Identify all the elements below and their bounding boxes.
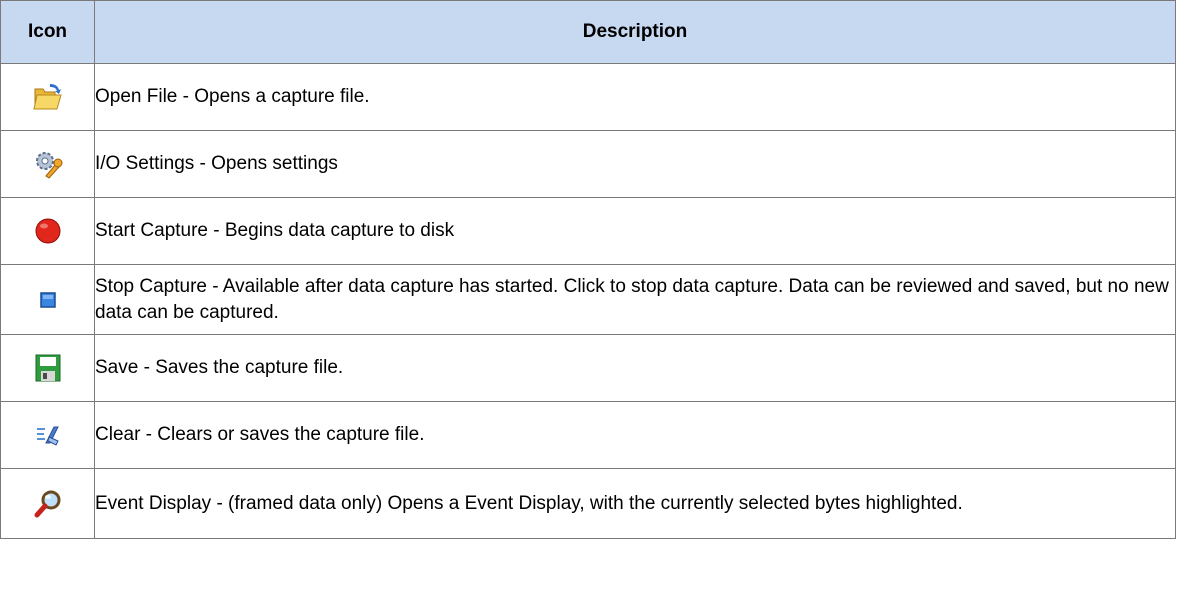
icon-description-table: Icon Description Open File - Opens a cap… xyxy=(0,0,1176,539)
table-row: Start Capture - Begins data capture to d… xyxy=(0,197,1176,265)
stop-blue-square-icon xyxy=(32,284,64,316)
header-row: Icon Description xyxy=(0,0,1176,64)
icon-column-header: Icon xyxy=(0,0,95,64)
table-row: Stop Capture - Available after data capt… xyxy=(0,264,1176,335)
icon-cell xyxy=(0,264,95,335)
table-row: Clear - Clears or saves the capture file… xyxy=(0,401,1176,469)
icon-cell xyxy=(0,130,95,198)
io-settings-gear-wrench-icon xyxy=(32,148,64,180)
clear-icon xyxy=(32,419,64,451)
row-description: Open File - Opens a capture file. xyxy=(94,63,1176,131)
save-floppy-icon xyxy=(32,352,64,384)
icon-cell xyxy=(0,334,95,402)
table-row: I/O Settings - Opens settings xyxy=(0,130,1176,198)
table-row: Event Display - (framed data only) Opens… xyxy=(0,468,1176,539)
row-description: I/O Settings - Opens settings xyxy=(94,130,1176,198)
row-description: Save - Saves the capture file. xyxy=(94,334,1176,402)
row-description: Clear - Clears or saves the capture file… xyxy=(94,401,1176,469)
icon-cell xyxy=(0,468,95,539)
description-column-header: Description xyxy=(94,0,1176,64)
icon-cell xyxy=(0,401,95,469)
row-description: Start Capture - Begins data capture to d… xyxy=(94,197,1176,265)
row-description: Stop Capture - Available after data capt… xyxy=(94,264,1176,335)
icon-cell xyxy=(0,63,95,131)
open-folder-icon xyxy=(32,81,64,113)
row-description: Event Display - (framed data only) Opens… xyxy=(94,468,1176,539)
table-row: Open File - Opens a capture file. xyxy=(0,63,1176,131)
icon-cell xyxy=(0,197,95,265)
record-red-circle-icon xyxy=(32,215,64,247)
table-row: Save - Saves the capture file. xyxy=(0,334,1176,402)
magnifier-icon xyxy=(32,488,64,520)
